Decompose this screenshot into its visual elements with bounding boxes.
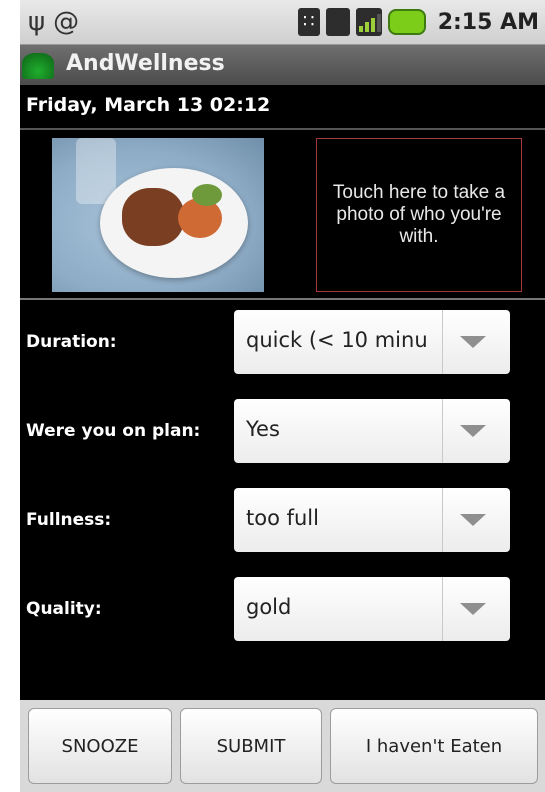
at-sign-icon: @ — [53, 7, 80, 37]
button-bar: SNOOZE SUBMIT I haven't Eaten — [20, 700, 545, 792]
food-image-detail — [122, 188, 184, 246]
take-photo-prompt: Touch here to take a photo of who you're… — [332, 182, 506, 247]
status-time: 2:15 AM — [437, 9, 539, 35]
food-photo[interactable] — [52, 138, 264, 292]
battery-icon — [387, 9, 426, 35]
snooze-button[interactable]: SNOOZE — [28, 708, 172, 784]
field-label: Were you on plan: — [26, 421, 201, 441]
chevron-down-icon — [460, 425, 486, 437]
app-title: AndWellness — [66, 51, 225, 76]
field-label: Quality: — [26, 599, 102, 619]
chevron-down-icon — [460, 514, 486, 526]
form-row-quality: Quality: gold — [20, 569, 545, 641]
on-plan-dropdown[interactable]: Yes — [234, 399, 510, 463]
dropdown-value: too full — [246, 506, 319, 530]
wifi-icon — [325, 8, 350, 36]
dropdown-value: Yes — [246, 417, 280, 441]
divider — [20, 298, 545, 300]
form-row-on-plan: Were you on plan: Yes — [20, 391, 545, 463]
status-left-icons: ψ @ — [28, 6, 79, 38]
fullness-dropdown[interactable]: too full — [234, 488, 510, 552]
field-label: Fullness: — [26, 510, 112, 530]
dropdown-separator — [442, 577, 443, 641]
form-row-fullness: Fullness: too full — [20, 480, 545, 552]
dropdown-separator — [442, 399, 443, 463]
quality-dropdown[interactable]: gold — [234, 577, 510, 641]
dropdown-separator — [442, 310, 443, 374]
app-title-bar: AndWellness — [20, 45, 545, 85]
field-label: Duration: — [26, 332, 117, 352]
dropdown-separator — [442, 488, 443, 552]
app-leaf-icon — [22, 53, 54, 79]
status-right-icons: ∷ 2:15 AM — [297, 6, 539, 38]
bluetooth-icon: ∷ — [297, 8, 320, 36]
dropdown-value: quick (< 10 minu — [246, 328, 428, 352]
duration-dropdown[interactable]: quick (< 10 minu — [234, 310, 510, 374]
not-eaten-button[interactable]: I haven't Eaten — [330, 708, 538, 784]
phone-screen: ψ @ ∷ 2:15 AM AndWellness Friday, March … — [20, 0, 545, 792]
dropdown-value: gold — [246, 595, 292, 619]
date-header: Friday, March 13 02:12 — [20, 86, 545, 130]
take-photo-button[interactable]: Touch here to take a photo of who you're… — [316, 138, 522, 292]
submit-button[interactable]: SUBMIT — [180, 708, 322, 784]
food-image-detail — [192, 184, 222, 206]
status-bar: ψ @ ∷ 2:15 AM — [20, 0, 545, 45]
form-row-duration: Duration: quick (< 10 minu — [20, 302, 545, 374]
chevron-down-icon — [460, 336, 486, 348]
date-text: Friday, March 13 02:12 — [26, 94, 271, 116]
chevron-down-icon — [460, 603, 486, 615]
usb-icon: ψ — [28, 7, 46, 37]
signal-icon — [355, 8, 382, 36]
